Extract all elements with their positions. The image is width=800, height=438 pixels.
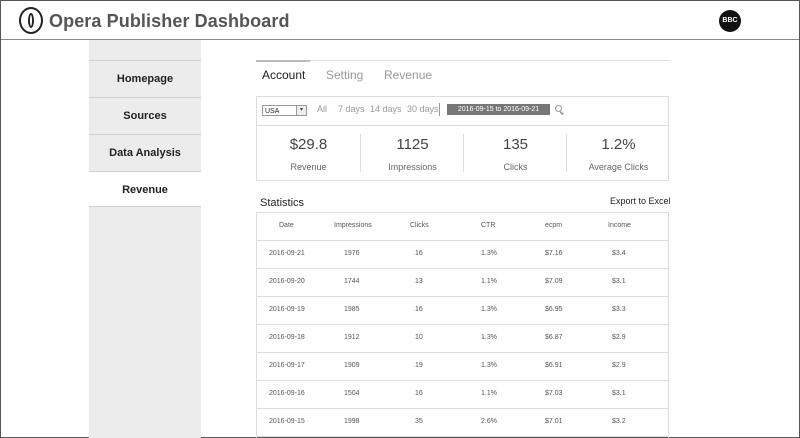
metric-label: Average Clicks	[588, 162, 649, 172]
cell-clicks: 10	[415, 334, 423, 341]
metric-label: Revenue	[290, 162, 327, 172]
search-icon[interactable]	[555, 105, 562, 112]
cell-date: 2016-09-19	[269, 306, 305, 313]
cell-impressions: 1985	[344, 306, 360, 313]
cell-date: 2016-09-17	[269, 362, 305, 369]
tab-setting[interactable]: Setting	[326, 68, 363, 82]
statistics-table: Date Impressions Clicks CTR ecpm Income …	[256, 212, 669, 438]
sidebar-item-homepage[interactable]: Homepage	[89, 60, 201, 96]
table-row: 2016-09-20 1744 13 1.1% $7.09 $3.1	[257, 268, 668, 297]
cell-income: $3.1	[612, 278, 626, 285]
table-row: 2016-09-19 1985 16 1.3% $6.95 $3.3	[257, 296, 668, 325]
column-header-clicks: Clicks	[410, 222, 429, 229]
range-30-days[interactable]: 30 days	[407, 104, 439, 114]
range-separator	[439, 103, 440, 116]
metric-average-clicks: 1.2% Average Clicks	[567, 125, 670, 181]
cell-date: 2016-09-15	[269, 418, 305, 425]
cell-clicks: 16	[415, 390, 423, 397]
country-select[interactable]: USA ▾	[262, 105, 307, 116]
cell-date: 2016-09-18	[269, 334, 305, 341]
cell-ctr: 2.6%	[481, 418, 497, 425]
summary-panel: USA ▾ All 7 days 14 days 30 days 2016-09…	[256, 96, 669, 181]
cell-ctr: 1.3%	[481, 334, 497, 341]
metric-label: Impressions	[388, 162, 437, 172]
table-row: 2016-09-17 1909 19 1.3% $6.91 $2.9	[257, 352, 668, 381]
cell-ecpm: $6.87	[545, 334, 563, 341]
cell-clicks: 16	[415, 250, 423, 257]
cell-income: $2.9	[612, 334, 626, 341]
cell-date: 2016-09-21	[269, 250, 305, 257]
range-7-days[interactable]: 7 days	[338, 104, 365, 114]
cell-clicks: 13	[415, 278, 423, 285]
column-header-ecpm: ecpm	[545, 222, 563, 229]
app-header: Opera Publisher Dashboard BBC	[1, 1, 799, 40]
opera-logo-icon	[19, 7, 43, 34]
metric-value: $29.8	[289, 136, 328, 153]
column-header-income: Income	[608, 222, 631, 229]
active-tab-indicator	[256, 60, 310, 62]
table-row: 2016-09-15 1998 35 2.6% $7.01 $3.2	[257, 408, 668, 437]
cell-clicks: 35	[415, 418, 423, 425]
cell-impressions: 1744	[344, 278, 360, 285]
sidebar-item-revenue[interactable]: Revenue	[89, 171, 201, 207]
metric-clicks: 135 Clicks	[464, 125, 567, 181]
cell-ctr: 1.3%	[481, 306, 497, 313]
tabs-divider	[256, 60, 670, 61]
chevron-down-icon: ▾	[296, 106, 306, 115]
table-header: Date Impressions Clicks CTR ecpm Income	[257, 213, 668, 241]
cell-ecpm: $7.01	[545, 418, 563, 425]
cell-clicks: 16	[415, 306, 423, 313]
metric-impressions: 1125 Impressions	[361, 125, 464, 181]
cell-impressions: 1504	[344, 390, 360, 397]
cell-impressions: 1909	[344, 362, 360, 369]
metric-value: 1125	[396, 136, 429, 153]
cell-clicks: 19	[415, 362, 423, 369]
metric-revenue: $29.8 Revenue	[257, 125, 360, 181]
cell-impressions: 1998	[344, 418, 360, 425]
cell-income: $3.1	[612, 390, 626, 397]
cell-ecpm: $6.91	[545, 362, 563, 369]
sidebar: Homepage Sources Data Analysis Revenue	[89, 40, 201, 438]
filter-bar: USA ▾ All 7 days 14 days 30 days 2016-09…	[257, 97, 668, 126]
cell-ecpm: $7.16	[545, 250, 563, 257]
cell-income: $3.4	[612, 250, 626, 257]
table-row: 2016-09-21 1976 16 1.3% $7.16 $3.4	[257, 240, 668, 269]
export-to-excel-button[interactable]: Export to Excel	[610, 196, 671, 206]
statistics-title: Statistics	[260, 197, 305, 209]
cell-income: $3.3	[612, 306, 626, 313]
cell-impressions: 1976	[344, 250, 360, 257]
table-row: 2016-09-18 1912 10 1.3% $6.87 $2.9	[257, 324, 668, 353]
cell-date: 2016-09-20	[269, 278, 305, 285]
sidebar-item-sources[interactable]: Sources	[89, 97, 201, 133]
range-all[interactable]: All	[317, 104, 327, 114]
metric-value: 135	[502, 136, 529, 153]
country-select-value: USA	[265, 108, 280, 115]
date-range-input[interactable]: 2016-09-15 to 2016-09-21	[447, 104, 550, 115]
cell-ecpm: $7.03	[545, 390, 563, 397]
column-header-impressions: Impressions	[334, 222, 372, 229]
app-title: Opera Publisher Dashboard	[49, 11, 290, 31]
cell-impressions: 1912	[344, 334, 360, 341]
tab-account[interactable]: Account	[262, 68, 305, 82]
cell-income: $3.2	[612, 418, 626, 425]
tab-revenue[interactable]: Revenue	[384, 68, 432, 82]
cell-ctr: 1.1%	[481, 278, 497, 285]
cell-ctr: 1.3%	[481, 250, 497, 257]
cell-ctr: 1.3%	[481, 362, 497, 369]
metric-value: 1.2%	[601, 136, 636, 153]
range-14-days[interactable]: 14 days	[370, 104, 402, 114]
cell-ecpm: $7.09	[545, 278, 563, 285]
cell-ctr: 1.1%	[481, 390, 497, 397]
sidebar-item-data-analysis[interactable]: Data Analysis	[89, 134, 201, 170]
account-avatar[interactable]: BBC	[719, 10, 741, 32]
cell-date: 2016-09-16	[269, 390, 305, 397]
cell-income: $2.9	[612, 362, 626, 369]
column-header-ctr: CTR	[481, 222, 496, 229]
metric-label: Clicks	[503, 162, 528, 172]
column-header-date: Date	[279, 222, 294, 229]
table-row: 2016-09-16 1504 16 1.1% $7.03 $3.1	[257, 380, 668, 409]
cell-ecpm: $6.95	[545, 306, 563, 313]
